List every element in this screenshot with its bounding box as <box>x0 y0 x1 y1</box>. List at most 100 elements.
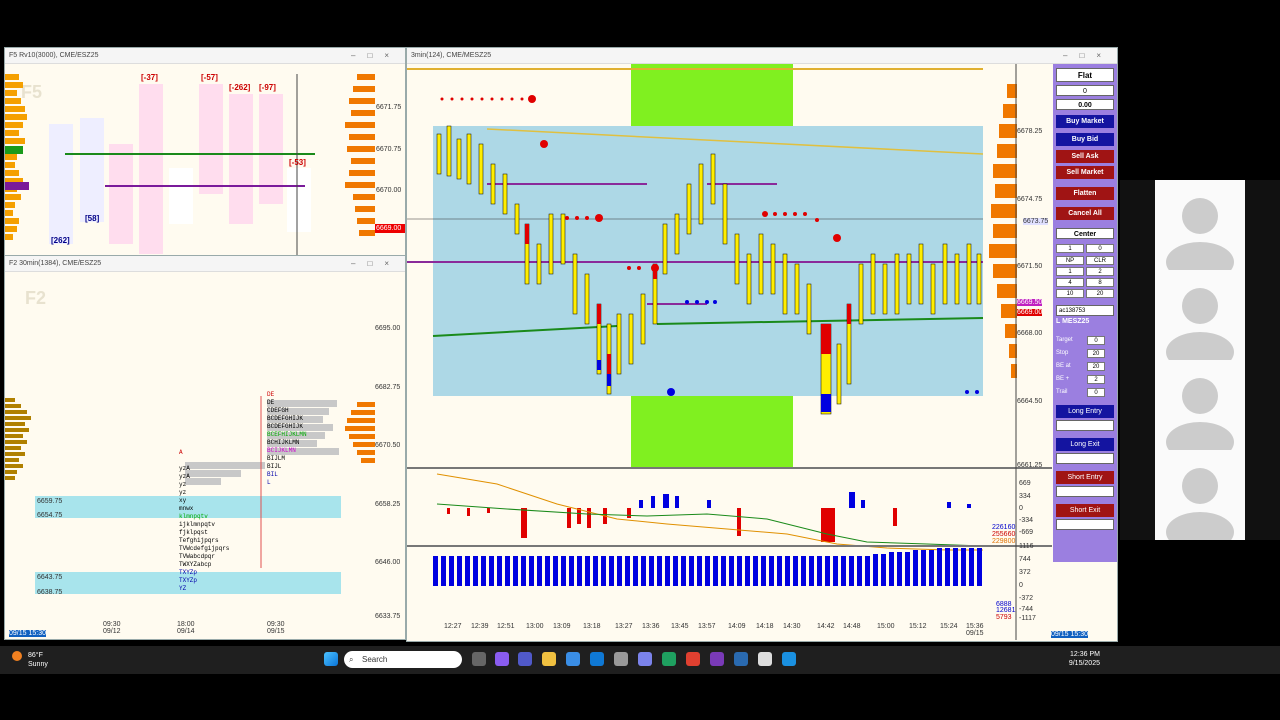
long-entry-button[interactable]: Long Entry <box>1056 405 1114 418</box>
price-label: 6671.75 <box>376 104 402 111</box>
vol-label: -1117 <box>1019 615 1036 622</box>
qty-display: 0 <box>1056 85 1114 96</box>
time-label: 15:36 09/15 <box>966 623 984 637</box>
time-label: 13:18 <box>583 623 601 630</box>
clock[interactable]: 12:36 PM 9/15/2025 <box>1069 650 1100 668</box>
qty-preset[interactable]: 20 <box>1086 289 1114 298</box>
svg-text:CDEFGH: CDEFGH <box>267 407 289 414</box>
window-controls[interactable]: –□× <box>1063 48 1113 64</box>
price-label: 6646.00 <box>375 559 401 566</box>
price-label: 6671.50 <box>1017 263 1043 270</box>
window-controls[interactable]: –□× <box>351 48 401 64</box>
time-label: 14:42 <box>817 623 835 630</box>
bracket-label: [-53] <box>289 158 306 167</box>
vol-label: 372 <box>1019 569 1031 576</box>
position-label: Flat <box>1056 68 1114 82</box>
qty-preset[interactable]: 8 <box>1086 278 1114 287</box>
order-panel: Flat 0 0.00 Buy Market Buy Bid Sell Ask … <box>1053 64 1117 562</box>
short-exit-button[interactable]: Short Exit <box>1056 504 1114 517</box>
cancel-all-button[interactable]: Cancel All <box>1056 207 1114 220</box>
long-exit-select[interactable] <box>1056 453 1114 464</box>
windows-start-icon[interactable] <box>324 652 338 666</box>
bracket-label: [-97] <box>259 83 276 92</box>
f5-window: F5 Rv10(3000), CME/ESZ25 –□× F5 [-37] [-… <box>4 47 406 257</box>
sell-ask-button[interactable]: Sell Ask <box>1056 150 1114 163</box>
search-input[interactable]: ⌕ Search <box>344 651 462 668</box>
price-label: 6658.25 <box>375 501 401 508</box>
store-icon[interactable] <box>566 652 580 666</box>
participant-tile[interactable] <box>1155 270 1245 360</box>
vol-value: 12681 <box>996 607 1016 614</box>
participant-tile[interactable] <box>1155 360 1245 450</box>
weather-widget[interactable]: 86°F Sunny <box>12 651 48 668</box>
flatten-button[interactable]: Flatten <box>1056 187 1114 200</box>
be-at-label: BE at <box>1056 363 1071 369</box>
qty-right[interactable]: 0 <box>1086 244 1114 253</box>
price-tag: 6673.75 <box>1023 218 1049 225</box>
svg-text:BIL: BIL <box>267 471 278 478</box>
svg-text:yz: yz <box>179 489 187 496</box>
file-explorer-icon[interactable] <box>542 652 556 666</box>
long-exit-button[interactable]: Long Exit <box>1056 438 1114 451</box>
time-label: 14:48 <box>843 623 861 630</box>
clock-time: 12:36 PM <box>1070 651 1100 658</box>
short-exit-select[interactable] <box>1056 519 1114 530</box>
osc-label: -334 <box>1019 517 1034 524</box>
np-button[interactable]: NP <box>1056 256 1084 265</box>
copilot-icon[interactable] <box>495 652 509 666</box>
participant-tile[interactable] <box>1155 450 1245 540</box>
f5-titlebar[interactable]: F5 Rv10(3000), CME/ESZ25 –□× <box>5 48 405 64</box>
osc-label: -669 <box>1019 529 1034 536</box>
qty-preset[interactable]: 4 <box>1056 278 1084 287</box>
f5-chart <box>5 74 405 256</box>
account-select[interactable]: ac138753 <box>1056 305 1114 316</box>
clr-button[interactable]: CLR <box>1086 256 1114 265</box>
participant-tile[interactable] <box>1155 180 1245 270</box>
buy-market-button[interactable]: Buy Market <box>1056 115 1114 128</box>
f2-window: F2 30min(1384), CME/ESZ25 –□× F2 A yzA yz… <box>4 255 406 640</box>
window-controls[interactable]: –□× <box>351 256 401 272</box>
qty-preset[interactable]: 1 <box>1056 267 1084 276</box>
svg-text:A: A <box>179 449 183 456</box>
chrome-icon[interactable] <box>686 652 700 666</box>
svg-text:BCHIJKLMN: BCHIJKLMN <box>267 439 300 446</box>
center-button[interactable]: Center <box>1056 228 1114 239</box>
time-label: 13:36 <box>642 623 660 630</box>
task-view-icon[interactable] <box>472 652 486 666</box>
sell-market-button[interactable]: Sell Market <box>1056 166 1114 179</box>
trading-app-icon[interactable] <box>734 652 748 666</box>
price-label: 6633.75 <box>375 613 401 620</box>
qty-preset[interactable]: 10 <box>1056 289 1084 298</box>
edge-icon[interactable] <box>662 652 676 666</box>
teams-icon[interactable] <box>518 652 532 666</box>
app-window-icon[interactable] <box>758 652 772 666</box>
qty-preset[interactable]: 2 <box>1086 267 1114 276</box>
svg-text:L: L <box>267 479 271 486</box>
svg-text:BIJL: BIJL <box>267 463 282 470</box>
long-entry-select[interactable] <box>1056 420 1114 431</box>
main-titlebar[interactable]: 3min(124), CME/MESZ25 –□× <box>407 48 1117 64</box>
short-entry-button[interactable]: Short Entry <box>1056 471 1114 484</box>
visual-studio-icon[interactable] <box>710 652 724 666</box>
trail-input[interactable]: 0 <box>1087 388 1105 397</box>
time-label: 15:00 <box>877 623 895 630</box>
svg-text:TVWabcdpqr: TVWabcdpqr <box>179 553 215 560</box>
teams-chat-icon[interactable] <box>638 652 652 666</box>
time-label: 12:39 <box>471 623 489 630</box>
time-label: 12:27 <box>444 623 462 630</box>
volume-bars <box>433 548 982 586</box>
be-plus-input[interactable]: 2 <box>1087 375 1105 384</box>
buy-bid-button[interactable]: Buy Bid <box>1056 133 1114 146</box>
target-input[interactable]: 0 <box>1087 336 1105 345</box>
settings-icon[interactable] <box>614 652 628 666</box>
search-placeholder: Search <box>362 655 388 664</box>
short-entry-select[interactable] <box>1056 486 1114 497</box>
outlook-icon[interactable] <box>590 652 604 666</box>
be-at-input[interactable]: 20 <box>1087 362 1105 371</box>
f5-title: F5 Rv10(3000), CME/ESZ25 <box>9 52 99 59</box>
level-label: 6643.75 <box>37 574 63 581</box>
meeting-app-icon[interactable] <box>782 652 796 666</box>
f2-titlebar[interactable]: F2 30min(1384), CME/ESZ25 –□× <box>5 256 405 272</box>
qty-input[interactable]: 1 <box>1056 244 1084 253</box>
stop-input[interactable]: 20 <box>1087 349 1105 358</box>
